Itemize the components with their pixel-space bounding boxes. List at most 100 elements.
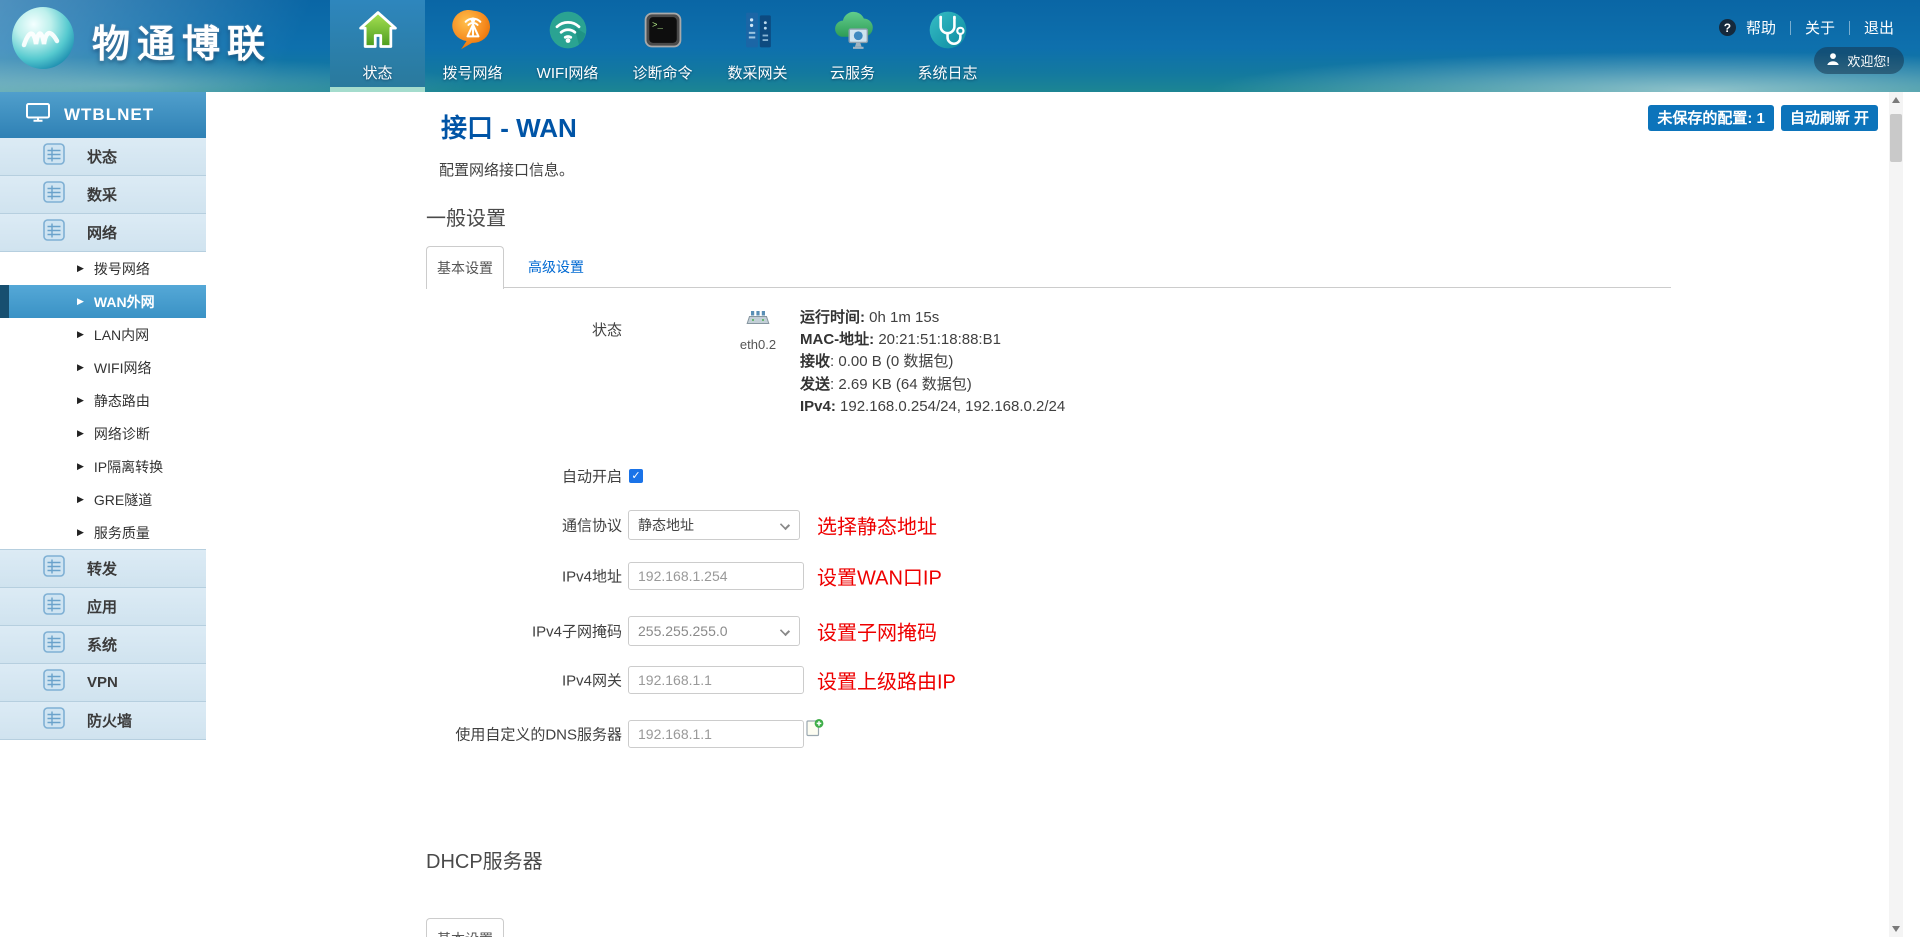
grid-icon xyxy=(43,219,65,246)
ethernet-interface-icon xyxy=(746,313,770,330)
interface-name: eth0.2 xyxy=(723,337,793,352)
sidebar-subitem-diagnostics[interactable]: ▶ 网络诊断 xyxy=(0,417,206,450)
unsaved-changes-badge[interactable]: 未保存的配置: 1 xyxy=(1648,105,1774,131)
system-log-icon xyxy=(926,7,970,58)
stat-line-rx: 接收: 0.00 B (0 数据包) xyxy=(800,351,1065,373)
about-link[interactable]: 关于 xyxy=(1801,17,1839,38)
sidebar-subitem-label: WAN外网 xyxy=(94,292,155,312)
sidebar-item-status[interactable]: 状态 xyxy=(0,138,206,176)
sidebar-subitem-dialup-network[interactable]: ▶ 拨号网络 xyxy=(0,252,206,285)
autostart-label: 自动开启 xyxy=(206,466,622,487)
welcome-badge[interactable]: 欢迎您! xyxy=(1814,47,1904,74)
status-label: 状态 xyxy=(206,319,622,340)
nav-item-cloud-service[interactable]: 云服务 xyxy=(805,0,900,92)
sidebar-subitem-label: 网络诊断 xyxy=(94,424,150,444)
interface-stats: 运行时间: 0h 1m 15s MAC-地址: 20:21:51:18:88:B… xyxy=(800,307,1065,418)
netmask-select-value: 255.255.255.0 xyxy=(638,623,728,639)
triangle-right-icon: ▶ xyxy=(77,396,84,405)
logout-link[interactable]: 退出 xyxy=(1860,17,1898,38)
tab-advanced-settings[interactable]: 高级设置 xyxy=(518,246,594,288)
ipv4-address-input[interactable] xyxy=(628,562,804,590)
stat-line-tx: 发送: 2.69 KB (64 数据包) xyxy=(800,374,1065,396)
triangle-right-icon: ▶ xyxy=(77,264,84,273)
logo-globe-icon xyxy=(10,5,76,76)
tab-basic-settings[interactable]: 基本设置 xyxy=(426,246,504,289)
annotation-ipv4-address: 设置WAN口IP xyxy=(817,562,942,591)
grid-icon xyxy=(43,181,65,208)
cloud-service-icon xyxy=(830,7,876,58)
sidebar: WTBLNET 状态 数采 网络 ▶ 拨号网络 ▶ WAN外网 ▶ LA xyxy=(0,92,206,937)
help-link[interactable]: 帮助 xyxy=(1742,17,1780,38)
nav-item-diagnostic-command[interactable]: >_ 诊断命令 xyxy=(615,0,710,92)
sidebar-subitem-label: 服务质量 xyxy=(94,523,150,543)
home-icon xyxy=(356,7,400,58)
nav-item-status[interactable]: 状态 xyxy=(330,0,425,92)
sidebar-subitem-lan[interactable]: ▶ LAN内网 xyxy=(0,318,206,351)
sidebar-item-data-collect[interactable]: 数采 xyxy=(0,176,206,214)
sidebar-subitem-ip-isolation[interactable]: ▶ IP隔离转换 xyxy=(0,450,206,483)
network-submenu: ▶ 拨号网络 ▶ WAN外网 ▶ LAN内网 ▶ WIFI网络 ▶ 静态路由 ▶… xyxy=(0,252,206,550)
sidebar-item-label: VPN xyxy=(87,674,118,691)
scrollbar-up-arrow[interactable] xyxy=(1889,92,1903,108)
sidebar-title-text: WTBLNET xyxy=(64,105,154,125)
protocol-label: 通信协议 xyxy=(206,515,622,536)
nav-item-data-gateway[interactable]: 数采网关 xyxy=(710,0,805,92)
annotation-gateway: 设置上级路由IP xyxy=(817,666,956,695)
gateway-input[interactable] xyxy=(628,666,804,694)
autorefresh-toggle-badge[interactable]: 自动刷新 开 xyxy=(1781,105,1878,131)
nav-item-wifi-network[interactable]: WIFI网络 xyxy=(520,0,615,92)
autostart-row: 自动开启 ✓ xyxy=(206,466,1706,486)
welcome-text: 欢迎您! xyxy=(1847,51,1890,70)
sidebar-item-label: 转发 xyxy=(87,558,117,579)
dns-row: 使用自定义的DNS服务器 xyxy=(206,720,1706,748)
sidebar-subitem-wan[interactable]: ▶ WAN外网 xyxy=(0,285,206,318)
protocol-select[interactable]: 静态地址 xyxy=(628,510,800,540)
sidebar-subitem-wifi[interactable]: ▶ WIFI网络 xyxy=(0,351,206,384)
sidebar-subitem-label: IP隔离转换 xyxy=(94,457,163,477)
sidebar-item-system[interactable]: 系统 xyxy=(0,626,206,664)
sidebar-item-network[interactable]: 网络 xyxy=(0,214,206,252)
stat-line-uptime: 运行时间: 0h 1m 15s xyxy=(800,307,1065,329)
dns-input[interactable] xyxy=(628,720,804,748)
grid-icon xyxy=(43,669,65,696)
dialup-network-icon xyxy=(451,7,495,58)
triangle-right-icon: ▶ xyxy=(77,495,84,504)
sidebar-subitem-gre-tunnel[interactable]: ▶ GRE隧道 xyxy=(0,483,206,516)
protocol-select-value: 静态地址 xyxy=(638,515,694,535)
sidebar-item-label: 系统 xyxy=(87,634,117,655)
sidebar-item-label: 防火墙 xyxy=(87,710,132,731)
header: 物通博联 状态 xyxy=(0,0,1920,92)
dhcp-tab-basic-settings[interactable]: 基本设置 xyxy=(426,918,504,937)
triangle-right-icon: ▶ xyxy=(77,330,84,339)
sidebar-item-firewall[interactable]: 防火墙 xyxy=(0,702,206,740)
nav-label: 数采网关 xyxy=(727,62,787,92)
sidebar-item-forwarding[interactable]: 转发 xyxy=(0,550,206,588)
scrollbar-thumb[interactable] xyxy=(1890,114,1902,162)
chevron-down-icon xyxy=(780,626,790,636)
add-icon[interactable] xyxy=(806,718,824,742)
chevron-down-icon xyxy=(780,520,790,530)
triangle-right-icon: ▶ xyxy=(77,429,84,438)
netmask-select[interactable]: 255.255.255.0 xyxy=(628,616,800,646)
autostart-checkbox[interactable]: ✓ xyxy=(629,469,643,483)
ipv4-address-row: IPv4地址 设置WAN口IP xyxy=(206,562,1706,590)
stat-line-ipv4: IPv4: 192.168.0.254/24, 192.168.0.2/24 xyxy=(800,396,1065,418)
nav-label: 系统日志 xyxy=(917,62,977,92)
nav-label: 拨号网络 xyxy=(442,62,502,92)
sidebar-subitem-static-routes[interactable]: ▶ 静态路由 xyxy=(0,384,206,417)
section-heading-general: 一般设置 xyxy=(426,202,506,231)
netmask-label: IPv4子网掩码 xyxy=(206,621,622,642)
sidebar-subitem-label: GRE隧道 xyxy=(94,490,152,510)
netmask-row: IPv4子网掩码 255.255.255.0 设置子网掩码 xyxy=(206,616,1706,646)
sidebar-item-label: 网络 xyxy=(87,222,117,243)
nav-item-system-log[interactable]: 系统日志 xyxy=(900,0,995,92)
sidebar-item-applications[interactable]: 应用 xyxy=(0,588,206,626)
nav-item-dialup-network[interactable]: 拨号网络 xyxy=(425,0,520,92)
sidebar-item-vpn[interactable]: VPN xyxy=(0,664,206,702)
section-heading-dhcp: DHCP服务器 xyxy=(426,845,543,874)
annotation-protocol: 选择静态地址 xyxy=(817,511,937,540)
router-admin-screen: 物通博联 状态 xyxy=(0,0,1920,937)
sidebar-subitem-qos[interactable]: ▶ 服务质量 xyxy=(0,516,206,549)
sidebar-subitem-label: LAN内网 xyxy=(94,325,149,345)
scrollbar-down-arrow[interactable] xyxy=(1889,921,1903,937)
